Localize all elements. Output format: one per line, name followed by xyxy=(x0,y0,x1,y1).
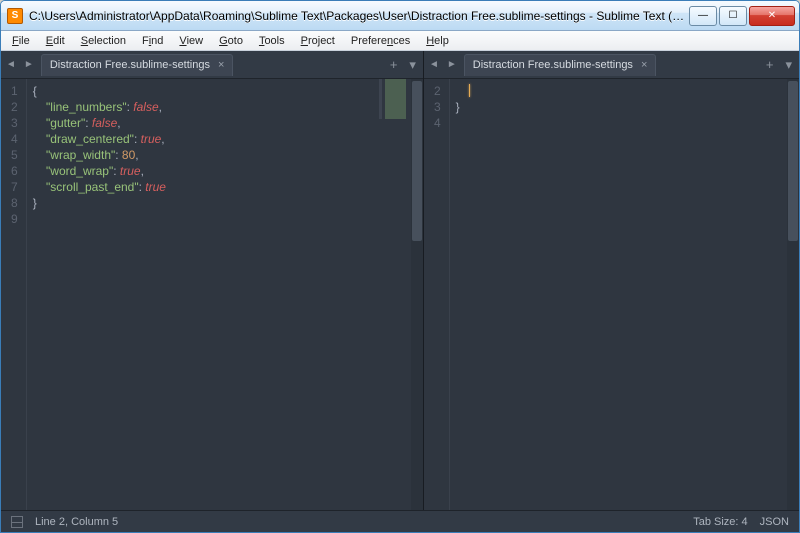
left-code[interactable]: { "line_numbers": false, "gutter": false… xyxy=(27,79,423,510)
menu-file[interactable]: File xyxy=(5,33,37,49)
right-gutter: 2 3 4 xyxy=(424,79,450,510)
menu-preferences[interactable]: Preferences xyxy=(344,33,417,49)
app-icon: S xyxy=(7,8,23,24)
line-number: 2 xyxy=(434,83,441,99)
left-gutter: 1 2 3 4 5 6 7 8 9 xyxy=(1,79,27,510)
left-tab-label: Distraction Free.sublime-settings xyxy=(50,59,210,71)
nav-forward-icon[interactable]: ► xyxy=(446,59,458,70)
right-code[interactable]: } xyxy=(450,79,799,510)
minimize-button[interactable]: — xyxy=(689,6,717,26)
app-window: S C:\Users\Administrator\AppData\Roaming… xyxy=(0,0,800,533)
new-tab-button[interactable]: + xyxy=(387,57,401,72)
left-tab[interactable]: Distraction Free.sublime-settings × xyxy=(41,54,234,76)
text-cursor xyxy=(469,84,470,97)
menu-selection[interactable]: Selection xyxy=(74,33,133,49)
left-scrollbar-thumb[interactable] xyxy=(412,81,422,241)
line-number: 8 xyxy=(11,195,18,211)
right-tabrow: ◄ ► Distraction Free.sublime-settings × … xyxy=(424,51,799,79)
menu-file-rest: ile xyxy=(19,35,30,47)
left-tabrow: ◄ ► Distraction Free.sublime-settings × … xyxy=(1,51,423,79)
nav-back-icon[interactable]: ◄ xyxy=(5,59,17,70)
maximize-button[interactable]: ☐ xyxy=(719,6,747,26)
menu-find[interactable]: Find xyxy=(135,33,170,49)
nav-forward-icon[interactable]: ► xyxy=(23,59,35,70)
right-scrollbar[interactable] xyxy=(787,79,799,510)
brace-open: { xyxy=(33,84,37,98)
line-number: 2 xyxy=(11,99,18,115)
nav-back-icon[interactable]: ◄ xyxy=(428,59,440,70)
line-number: 6 xyxy=(11,163,18,179)
right-editor[interactable]: 2 3 4 } xyxy=(424,79,799,510)
window-buttons: — ☐ ✕ xyxy=(689,6,795,26)
menu-view[interactable]: View xyxy=(172,33,210,49)
close-icon[interactable]: × xyxy=(218,59,224,71)
brace-close: } xyxy=(33,196,37,210)
menu-tools[interactable]: Tools xyxy=(252,33,292,49)
statusbar: Line 2, Column 5 Tab Size: 4 JSON xyxy=(1,510,799,532)
new-tab-button[interactable]: + xyxy=(763,57,777,72)
tab-menu-button[interactable]: ▾ xyxy=(782,57,795,73)
line-number: 3 xyxy=(434,99,441,115)
close-icon[interactable]: × xyxy=(641,59,647,71)
menu-edit[interactable]: Edit xyxy=(39,33,72,49)
tab-size-indicator[interactable]: Tab Size: 4 xyxy=(693,516,747,528)
menu-help[interactable]: Help xyxy=(419,33,456,49)
line-number: 5 xyxy=(11,147,18,163)
menubar: File Edit Selection Find View Goto Tools… xyxy=(1,31,799,51)
right-tab[interactable]: Distraction Free.sublime-settings × xyxy=(464,54,657,76)
syntax-indicator[interactable]: JSON xyxy=(760,516,789,528)
right-pane: ◄ ► Distraction Free.sublime-settings × … xyxy=(424,51,799,510)
left-scrollbar[interactable] xyxy=(411,79,423,510)
menu-project[interactable]: Project xyxy=(294,33,342,49)
editor-area: ◄ ► Distraction Free.sublime-settings × … xyxy=(1,51,799,510)
left-pane: ◄ ► Distraction Free.sublime-settings × … xyxy=(1,51,424,510)
line-number: 4 xyxy=(11,131,18,147)
line-number: 3 xyxy=(11,115,18,131)
titlebar[interactable]: S C:\Users\Administrator\AppData\Roaming… xyxy=(1,1,799,31)
cursor-position[interactable]: Line 2, Column 5 xyxy=(35,516,118,528)
brace-close: } xyxy=(456,100,460,114)
line-number: 4 xyxy=(434,115,441,131)
minimap[interactable] xyxy=(379,79,409,119)
line-number: 7 xyxy=(11,179,18,195)
line-number: 9 xyxy=(11,211,18,227)
menu-goto[interactable]: Goto xyxy=(212,33,250,49)
window-title: C:\Users\Administrator\AppData\Roaming\S… xyxy=(29,9,689,23)
close-button[interactable]: ✕ xyxy=(749,6,795,26)
right-scrollbar-thumb[interactable] xyxy=(788,81,798,241)
panel-switcher-icon[interactable] xyxy=(11,516,23,528)
line-number: 1 xyxy=(11,83,18,99)
right-tab-label: Distraction Free.sublime-settings xyxy=(473,59,633,71)
left-editor[interactable]: 1 2 3 4 5 6 7 8 9 { "line_numbers": fals… xyxy=(1,79,423,510)
tab-menu-button[interactable]: ▾ xyxy=(406,57,419,73)
